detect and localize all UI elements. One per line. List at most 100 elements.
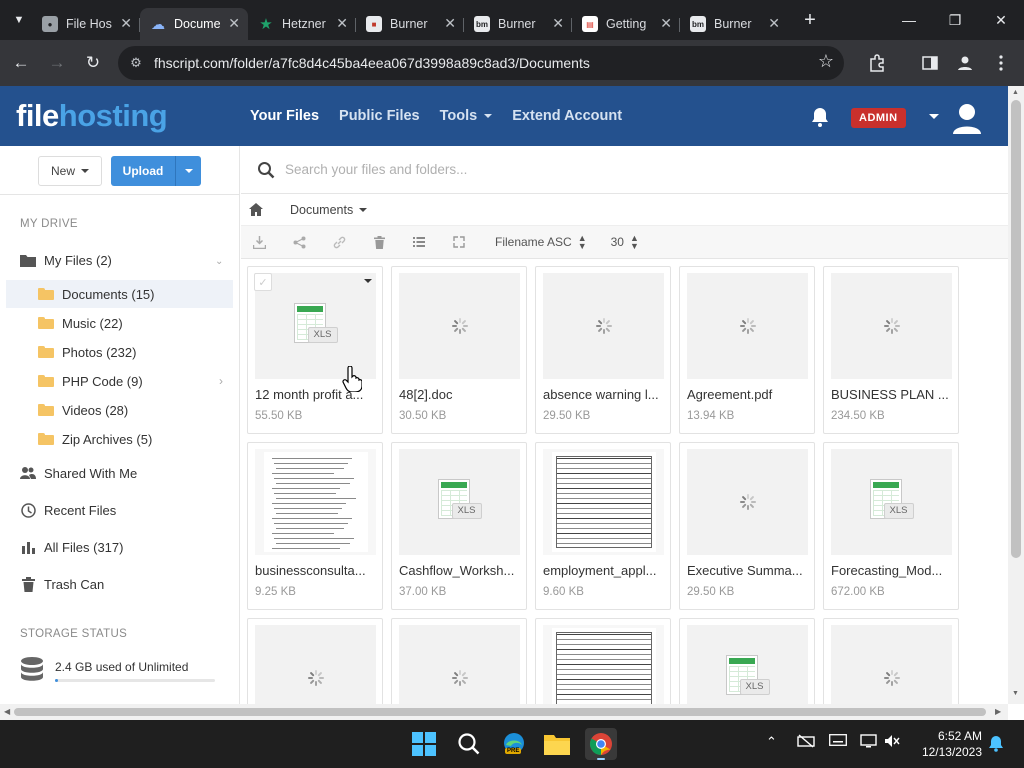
vertical-scrollbar[interactable]: ▲ ▼ (1008, 86, 1024, 704)
search-input[interactable] (285, 162, 785, 177)
tray-chevron-icon[interactable]: ⌃ (766, 734, 777, 750)
fullscreen-icon[interactable] (439, 236, 479, 248)
close-window-icon[interactable]: ✕ (978, 0, 1024, 40)
windows-start-icon[interactable] (410, 730, 438, 758)
file-card[interactable]: XLS Forecasting_Mod... 672.00 KB (823, 442, 959, 610)
bm-favicon: bm (690, 16, 706, 32)
file-card[interactable] (247, 618, 383, 731)
sidebar-item-php-code[interactable]: PHP Code (9) › (6, 367, 233, 395)
list-view-icon[interactable] (399, 237, 439, 247)
display-icon[interactable] (860, 734, 878, 751)
select-checkbox[interactable]: ✓ (254, 273, 272, 291)
browser-tab[interactable]: ● File Hosting ✕ (32, 8, 140, 40)
profile-icon[interactable] (950, 48, 980, 78)
file-card[interactable]: XLS (679, 618, 815, 731)
close-tab-icon[interactable]: ✕ (336, 15, 348, 32)
file-card[interactable]: Agreement.pdf 13.94 KB (679, 266, 815, 434)
browser-tab[interactable]: ▤ Getting ✕ (572, 8, 680, 40)
bookmark-star-icon[interactable]: ☆ (818, 51, 834, 72)
nav-tools[interactable]: Tools (440, 108, 493, 124)
close-tab-icon[interactable]: ✕ (444, 15, 456, 32)
bell-icon[interactable] (809, 106, 831, 128)
file-card[interactable]: Executive Summa... 29.50 KB (679, 442, 815, 610)
minimize-icon[interactable]: — (886, 0, 932, 40)
sidebar-item-trash[interactable]: Trash Can (20, 572, 104, 596)
search-icon[interactable] (257, 161, 275, 179)
delete-icon[interactable] (359, 235, 399, 249)
share-icon[interactable] (279, 236, 319, 249)
sidebar-item-recent[interactable]: Recent Files (20, 498, 116, 522)
sidebar-item-my-files[interactable]: My Files (2) (20, 248, 112, 272)
sidebar-item-music[interactable]: Music (22) (6, 309, 233, 337)
home-icon[interactable] (249, 203, 263, 216)
link-icon[interactable] (319, 236, 359, 249)
chevron-down-icon[interactable] (929, 114, 939, 119)
browser-tab[interactable]: bm Burner ✕ (464, 8, 572, 40)
new-button[interactable]: New (38, 156, 102, 186)
tab-search-dropdown[interactable]: ▼ (6, 7, 32, 33)
file-name: Forecasting_Mod... (831, 563, 943, 578)
keyboard-icon[interactable] (829, 734, 847, 749)
chrome-taskbar-icon[interactable] (585, 728, 617, 760)
sidebar-item-shared[interactable]: Shared With Me (20, 461, 137, 485)
sidebar-item-zip-archives[interactable]: Zip Archives (5) (6, 425, 233, 453)
notification-bell-icon[interactable] (988, 735, 1004, 755)
file-card[interactable] (535, 618, 671, 731)
browser-tab[interactable]: ★ Hetzner ✕ (248, 8, 356, 40)
site-info-icon[interactable]: ⚙ (118, 55, 154, 71)
nav-public-files[interactable]: Public Files (339, 108, 420, 124)
file-card[interactable]: 48[2].doc 30.50 KB (391, 266, 527, 434)
address-bar[interactable]: ⚙ fhscript.com/folder/a7fc8d4c45ba4eea06… (118, 46, 844, 80)
system-clock[interactable]: 6:52 AM 12/13/2023 (920, 728, 982, 760)
close-tab-icon[interactable]: ✕ (768, 15, 780, 32)
reload-icon[interactable]: ↻ (78, 48, 108, 78)
file-card[interactable] (391, 618, 527, 731)
file-card[interactable]: XLS Cashflow_Worksh... 37.00 KB (391, 442, 527, 610)
file-name: 48[2].doc (399, 387, 453, 402)
browser-tab[interactable]: bm Burner ✕ (680, 8, 788, 40)
network-off-icon[interactable] (797, 734, 815, 751)
new-tab-icon[interactable]: + (798, 9, 822, 32)
file-card[interactable]: BUSINESS PLAN ... 234.50 KB (823, 266, 959, 434)
nav-extend-account[interactable]: Extend Account (512, 108, 622, 124)
per-page-select[interactable]: 30 ▲ ▼ (611, 234, 639, 251)
nav-your-files[interactable]: Your Files (250, 108, 319, 124)
close-tab-icon[interactable]: ✕ (120, 15, 132, 32)
side-panel-icon[interactable] (915, 48, 945, 78)
sidebar-item-videos[interactable]: Videos (28) (6, 396, 233, 424)
browser-tab[interactable]: ■ Burner ✕ (356, 8, 464, 40)
avatar[interactable] (952, 102, 982, 134)
close-tab-icon[interactable]: ✕ (552, 15, 564, 32)
file-menu-dropdown[interactable] (364, 279, 372, 283)
file-card[interactable]: employment_appl... 9.60 KB (535, 442, 671, 610)
file-card[interactable]: XLS ✓ 12 month profit a... 55.50 KB (247, 266, 383, 434)
close-tab-icon[interactable]: ✕ (228, 15, 240, 32)
file-card[interactable] (823, 618, 959, 731)
chevron-down-icon[interactable]: ⌄ (215, 256, 223, 267)
upload-button[interactable]: Upload (111, 156, 201, 186)
upload-dropdown[interactable] (175, 156, 201, 186)
sort-select[interactable]: Filename ASC ▲ ▼ (495, 234, 587, 251)
download-icon[interactable] (239, 235, 279, 249)
filehosting-logo[interactable]: filehosting (16, 98, 168, 134)
file-explorer-icon[interactable] (543, 730, 571, 758)
breadcrumb-documents[interactable]: Documents (290, 203, 368, 217)
forward-icon[interactable]: → (42, 48, 72, 78)
volume-mute-icon[interactable] (884, 734, 900, 751)
browser-tab-active[interactable]: ☁ Documents ✕ (140, 8, 248, 40)
admin-badge[interactable]: ADMIN (851, 108, 906, 128)
file-card[interactable]: businessconsulta... 9.25 KB (247, 442, 383, 610)
horizontal-scrollbar[interactable]: ◀ ▶ (0, 704, 1008, 720)
close-tab-icon[interactable]: ✕ (660, 15, 672, 32)
sidebar-item-documents[interactable]: Documents (15) (6, 280, 233, 308)
back-icon[interactable]: ← (6, 48, 36, 78)
extensions-icon[interactable] (862, 48, 892, 78)
file-card[interactable]: absence warning l... 29.50 KB (535, 266, 671, 434)
chevron-right-icon[interactable]: › (219, 374, 223, 388)
menu-kebab-icon[interactable] (986, 48, 1016, 78)
sidebar-item-photos[interactable]: Photos (232) (6, 338, 233, 366)
sidebar-item-all-files[interactable]: All Files (317) (20, 535, 123, 559)
search-icon[interactable] (455, 730, 483, 758)
edge-beta-icon[interactable]: PRE (500, 730, 528, 758)
restore-icon[interactable]: ❐ (932, 0, 978, 40)
